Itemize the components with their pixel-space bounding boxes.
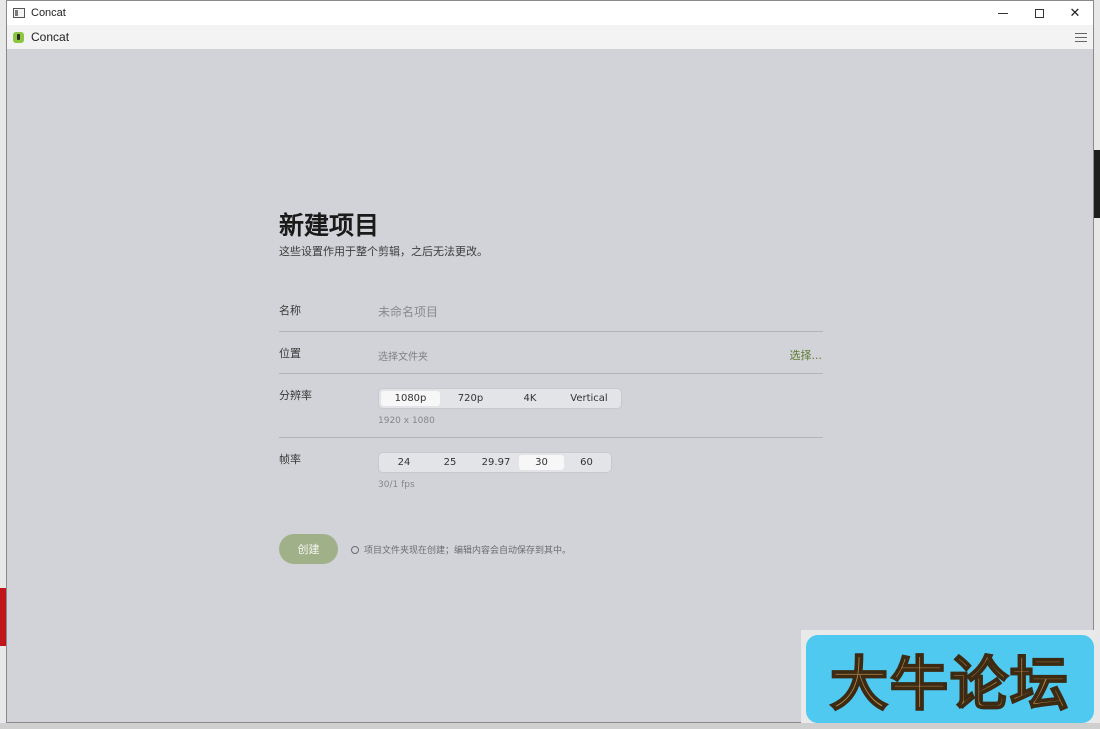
resolution-hint: 1920 x 1080 — [378, 416, 435, 426]
app-logo-icon — [13, 31, 24, 43]
maximize-button[interactable] — [1021, 1, 1057, 25]
window-title: Concat — [31, 7, 66, 19]
app-window: Concat ✕ Concat 新建项目 这些设置作用于整个剪辑，之后无法更改。… — [6, 0, 1094, 723]
name-input[interactable] — [378, 303, 818, 321]
resolution-option-720p[interactable]: 720p — [440, 391, 501, 406]
window-controls: ✕ — [985, 1, 1093, 25]
create-note-text: 项目文件夹现在创建；编辑内容会自动保存到其中。 — [364, 546, 572, 556]
app-header: Concat — [7, 25, 1093, 49]
divider — [279, 437, 823, 438]
divider — [279, 373, 823, 374]
close-button[interactable]: ✕ — [1057, 1, 1093, 25]
name-label: 名称 — [279, 304, 301, 317]
info-icon — [351, 545, 359, 554]
resolution-option-4k[interactable]: 4K — [501, 391, 559, 406]
resolution-label: 分辨率 — [279, 389, 312, 402]
desktop-bottom-edge — [0, 723, 1100, 729]
location-label: 位置 — [279, 347, 301, 360]
resolution-option-1080p[interactable]: 1080p — [381, 391, 440, 406]
desktop-window-fragment — [1094, 150, 1100, 218]
create-button[interactable]: 创建 — [279, 534, 338, 564]
framerate-selector: 24 25 29.97 30 60 — [378, 452, 612, 473]
framerate-option-60[interactable]: 60 — [564, 455, 609, 470]
window-icon — [13, 8, 25, 18]
page-subtitle: 这些设置作用于整个剪辑，之后无法更改。 — [279, 245, 488, 258]
new-project-form: 新建项目 这些设置作用于整个剪辑，之后无法更改。 名称 位置 选择文件夹 选择.… — [279, 211, 823, 564]
close-icon: ✕ — [1069, 5, 1081, 21]
minimize-icon — [998, 12, 1008, 14]
watermark-badge: 大牛论坛 — [806, 635, 1094, 723]
choose-folder-link[interactable]: 选择... — [790, 347, 823, 363]
create-note: 项目文件夹现在创建；编辑内容会自动保存到其中。 — [351, 543, 571, 556]
desktop-right-edge — [1094, 0, 1100, 729]
minimize-button[interactable] — [985, 1, 1021, 25]
watermark: 大牛论坛 — [801, 630, 1094, 723]
framerate-option-29-97[interactable]: 29.97 — [473, 455, 519, 470]
page-title: 新建项目 — [279, 211, 380, 240]
resolution-option-vertical[interactable]: Vertical — [559, 391, 619, 406]
watermark-text: 大牛论坛 — [829, 649, 1070, 719]
divider — [279, 331, 823, 332]
framerate-option-25[interactable]: 25 — [427, 455, 473, 470]
sliders-icon[interactable] — [1075, 31, 1087, 43]
title-bar[interactable]: Concat ✕ — [7, 1, 1093, 25]
framerate-option-24[interactable]: 24 — [381, 455, 427, 470]
maximize-icon — [1034, 8, 1044, 18]
folder-path: 选择文件夹 — [378, 352, 428, 363]
framerate-label: 帧率 — [279, 453, 301, 466]
framerate-hint: 30/1 fps — [378, 480, 415, 490]
resolution-selector: 1080p 720p 4K Vertical — [378, 388, 622, 409]
framerate-option-30[interactable]: 30 — [519, 455, 564, 470]
app-name: Concat — [31, 30, 70, 44]
